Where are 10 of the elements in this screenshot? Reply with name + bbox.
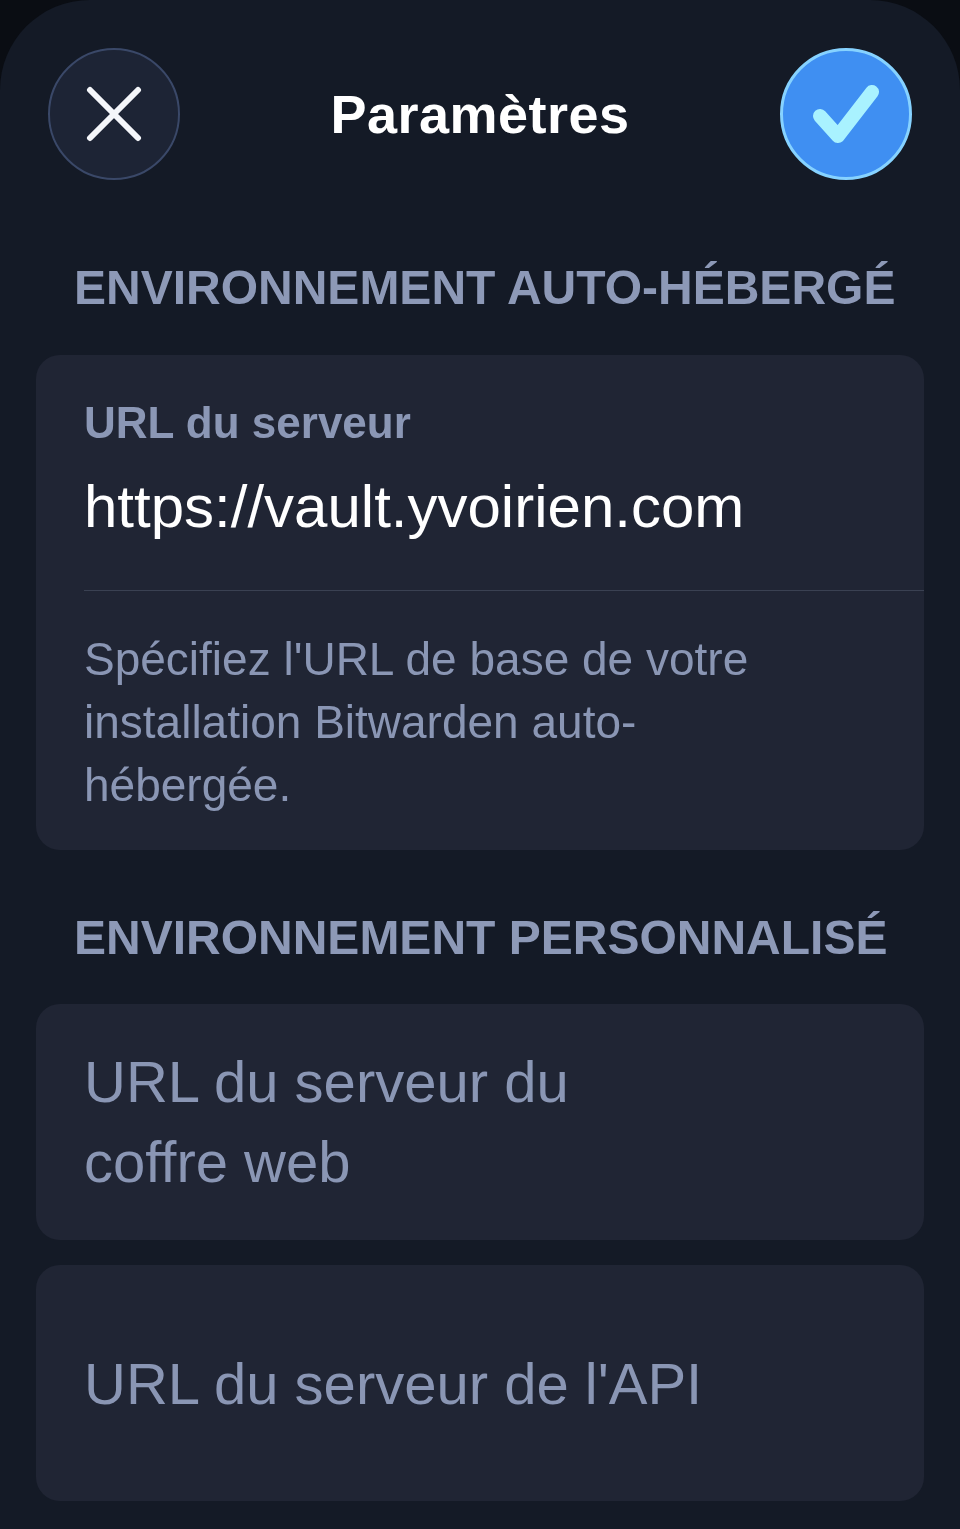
- input-field[interactable]: URL du serveur du coffre web: [36, 1004, 924, 1240]
- checkmark-icon: [812, 84, 880, 144]
- close-icon: [86, 86, 142, 142]
- input-field[interactable]: URL du serveur de l'API: [36, 1265, 924, 1501]
- hint-text: Spécifiez l'URL de base de votre installation Bitwarden auto-hébergée.: [84, 632, 750, 813]
- section-heading: ENVIRONNEMENT AUTO-HÉBERGÉ: [74, 260, 896, 316]
- screen-title: Paramètres: [330, 83, 630, 146]
- section-heading: ENVIRONNEMENT PERSONNALISÉ: [74, 910, 888, 966]
- field-label: URL du serveur: [84, 397, 412, 449]
- input-field[interactable]: https://vault.yvoirien.com: [84, 471, 876, 543]
